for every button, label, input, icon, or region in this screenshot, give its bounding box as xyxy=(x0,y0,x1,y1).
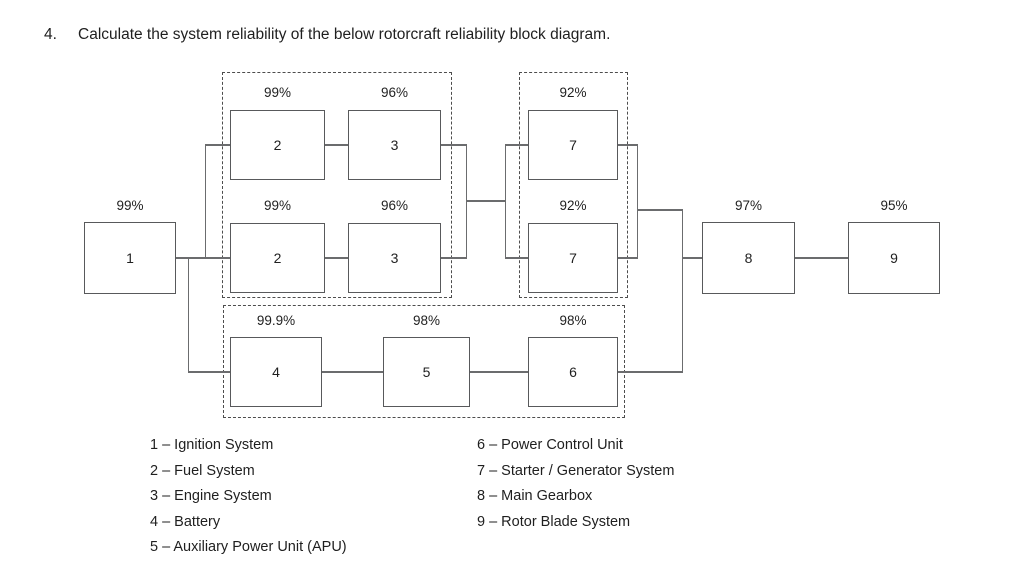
wire-split-to-7b xyxy=(505,257,528,259)
legend-item: 5 – Auxiliary Power Unit (APU) xyxy=(150,539,347,555)
block-5-apu[interactable]: 5 xyxy=(383,337,470,407)
wire-split-to-7a xyxy=(505,144,528,146)
reliability-label-block8: 97% xyxy=(734,198,763,213)
wire-block8-to-block9 xyxy=(795,257,849,259)
legend-item: 7 – Starter / Generator System xyxy=(477,462,675,479)
wire-2a-to-3a xyxy=(325,144,348,146)
wire-final-merge-vertical xyxy=(682,209,684,373)
reliability-label-block6: 98% xyxy=(559,313,587,328)
reliability-label-block7b: 92% xyxy=(559,198,587,213)
wire-split-7-vertical xyxy=(505,144,507,259)
block-2b-fuel-system[interactable]: 2 xyxy=(230,223,325,293)
wire-merge-7-vertical xyxy=(637,144,639,259)
reliability-label-block7a: 92% xyxy=(559,85,587,100)
wire-3a-out xyxy=(441,144,467,146)
reliability-label-block2b: 99% xyxy=(263,198,292,213)
wire-block1-out xyxy=(176,257,206,259)
wire-7a-out xyxy=(618,144,638,146)
reliability-label-block1: 99% xyxy=(116,198,144,213)
legend-item: 3 – Engine System xyxy=(150,488,272,504)
reliability-label-block5: 98% xyxy=(412,313,441,328)
wire-merge-7-to-bus xyxy=(637,209,683,211)
reliability-label-block4: 99.9% xyxy=(256,313,296,328)
block-7a-starter-generator[interactable]: 7 xyxy=(528,110,618,180)
legend-item: 6 – Power Control Unit xyxy=(477,437,623,453)
wire-5-to-6 xyxy=(470,371,528,373)
reliability-label-block2a: 99% xyxy=(263,85,292,100)
wire-bus-a-vertical xyxy=(188,257,190,373)
block-1-ignition-system[interactable]: 1 xyxy=(84,222,176,294)
wire-bus-b-vertical xyxy=(205,144,207,259)
legend-item: 4 – Battery xyxy=(150,513,221,530)
block-8-main-gearbox[interactable]: 8 xyxy=(702,222,795,294)
block-6-power-control-unit[interactable]: 6 xyxy=(528,337,618,407)
legend-item: 8 – Main Gearbox xyxy=(477,488,593,504)
legend-left-column: 1 – Ignition System 2 – Fuel System 3 – … xyxy=(150,433,347,561)
wire-3b-out xyxy=(441,257,467,259)
legend-item: 9 – Rotor Blade System xyxy=(477,513,631,530)
legend-item: 1 – Ignition System xyxy=(150,437,274,453)
wire-2b-to-3b xyxy=(325,257,348,259)
block-3a-engine-system[interactable]: 3 xyxy=(348,110,441,180)
reliability-label-block9: 95% xyxy=(880,198,908,213)
wire-4-to-5 xyxy=(322,371,383,373)
legend-right-column: 6 – Power Control Unit 7 – Starter / Gen… xyxy=(477,433,674,535)
wire-bus-b-to-row2 xyxy=(205,257,230,259)
block-3b-engine-system[interactable]: 3 xyxy=(348,223,441,293)
block-7b-starter-generator[interactable]: 7 xyxy=(528,223,618,293)
wire-merge-23-to-split-7 xyxy=(466,200,506,202)
wire-7b-out xyxy=(618,257,638,259)
page-root: 4. Calculate the system reliability of th… xyxy=(0,0,1013,588)
reliability-label-block3a: 96% xyxy=(380,85,409,100)
wire-bus-b-to-row1 xyxy=(205,144,230,146)
wire-merge-to-block8 xyxy=(682,257,703,259)
legend-item: 2 – Fuel System xyxy=(150,462,255,479)
wire-bus-a-to-block4 xyxy=(188,371,230,373)
reliability-label-block3b: 96% xyxy=(380,198,409,213)
block-2a-fuel-system[interactable]: 2 xyxy=(230,110,325,180)
block-4-battery[interactable]: 4 xyxy=(230,337,322,407)
wire-6-out xyxy=(618,371,683,373)
block-9-rotor-blade-system[interactable]: 9 xyxy=(848,222,940,294)
